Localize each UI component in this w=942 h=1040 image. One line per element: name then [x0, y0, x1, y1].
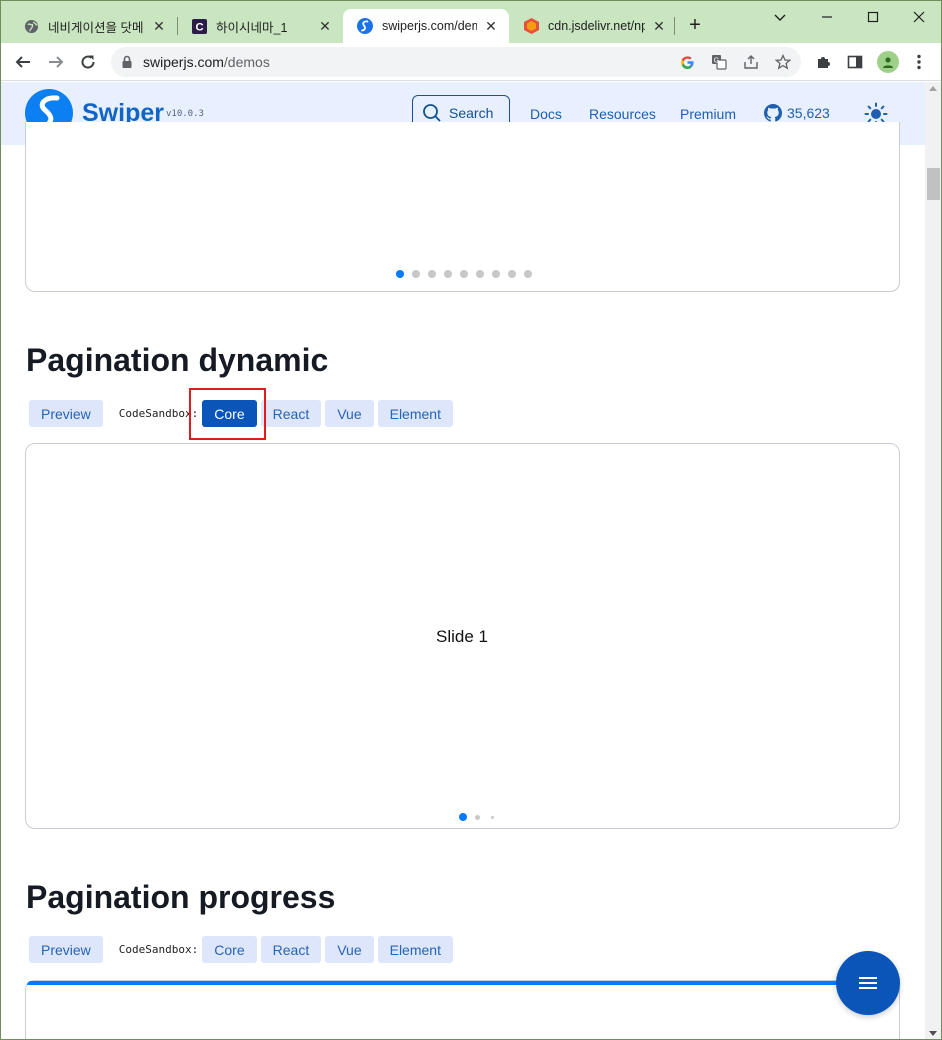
codesandbox-label: CodeSandbox: — [118, 407, 199, 420]
browser-toolbar: swiperjs.com/demos G — [1, 43, 941, 81]
pagination-bullet[interactable] — [491, 815, 494, 819]
pagination-bullets — [396, 270, 532, 278]
pagination-bullet[interactable] — [428, 270, 436, 278]
url-text: swiperjs.com/demos — [143, 54, 270, 70]
red-highlight-box — [189, 388, 266, 440]
version-label: v10.0.3 — [166, 109, 204, 119]
c-logo-icon: C — [191, 18, 207, 34]
pagination-bullet[interactable] — [460, 270, 468, 278]
tab-title: 네비게이션을 닷메 — [48, 20, 144, 35]
nav-premium-link[interactable]: Premium — [680, 106, 736, 122]
pagination-dynamic-bullets — [459, 813, 494, 821]
demo-swiper-previous[interactable] — [25, 122, 900, 292]
extensions-puzzle-icon[interactable] — [813, 52, 833, 72]
nav-docs-link[interactable]: Docs — [530, 106, 562, 122]
codesandbox-element-button[interactable]: Element — [377, 400, 453, 427]
close-tab-icon[interactable]: ✕ — [651, 18, 667, 34]
github-icon — [764, 104, 782, 122]
url-path: /demos — [223, 54, 270, 70]
pagination-bullet[interactable] — [476, 270, 484, 278]
tab-title: cdn.jsdelivr.net/np — [548, 19, 645, 33]
codesandbox-label: CodeSandbox: — [118, 943, 199, 956]
reload-icon[interactable] — [75, 49, 101, 75]
pagination-bullet[interactable] — [508, 270, 516, 278]
browser-tab[interactable]: cdn.jsdelivr.net/np ✕ — [509, 9, 677, 43]
forward-arrow-icon[interactable] — [43, 49, 69, 75]
github-star-count: 35,623 — [787, 105, 830, 121]
profile-avatar-icon[interactable] — [877, 51, 899, 73]
preview-button[interactable]: Preview — [29, 400, 103, 427]
demo-swiper-pagination-progress[interactable] — [25, 980, 900, 1039]
lock-icon[interactable] — [121, 55, 133, 74]
maximize-icon[interactable] — [850, 5, 896, 29]
svg-text:C: C — [195, 21, 203, 33]
scroll-up-arrow-icon[interactable] — [929, 86, 937, 91]
scroll-down-arrow-icon[interactable] — [929, 1031, 937, 1036]
codesandbox-vue-button[interactable]: Vue — [325, 936, 374, 963]
tab-title: swiperjs.com/demo — [382, 19, 477, 33]
pagination-bullet[interactable] — [396, 270, 404, 278]
codesandbox-react-button[interactable]: React — [260, 400, 322, 427]
translate-icon[interactable]: G — [711, 54, 727, 70]
tab-separator — [674, 17, 675, 35]
preview-button[interactable]: Preview — [29, 936, 103, 963]
hamburger-menu-icon — [859, 977, 877, 989]
codesandbox-react-button[interactable]: React — [260, 936, 322, 963]
url-host: swiperjs.com — [143, 54, 224, 70]
pagination-bullet[interactable] — [492, 270, 500, 278]
slide-label: Slide 1 — [436, 627, 488, 646]
browser-tab[interactable]: C 하이시네마_1 ✕ — [177, 9, 343, 43]
close-tab-icon[interactable]: ✕ — [483, 18, 499, 34]
search-icon — [423, 104, 441, 122]
jsdelivr-favicon-icon — [523, 18, 539, 34]
section-title-pagination-progress: Pagination progress — [26, 879, 336, 915]
pagination-bullet[interactable] — [524, 270, 532, 278]
codesandbox-vue-button[interactable]: Vue — [325, 400, 374, 427]
address-bar[interactable]: swiperjs.com/demos G — [111, 47, 801, 77]
tab-strip: 네비게이션을 닷메 ✕ C 하이시네마_1 ✕ swiperjs.com/dem… — [1, 1, 941, 43]
browser-tab-active[interactable]: swiperjs.com/demo ✕ — [343, 9, 509, 43]
browser-menu-icon[interactable] — [909, 52, 929, 72]
pagination-bullet[interactable] — [412, 270, 420, 278]
bookmark-star-icon[interactable] — [775, 54, 791, 70]
browser-window: 네비게이션을 닷메 ✕ C 하이시네마_1 ✕ swiperjs.com/dem… — [0, 0, 942, 1040]
new-tab-button[interactable]: + — [683, 14, 707, 38]
codesandbox-element-button[interactable]: Element — [377, 936, 453, 963]
swiper-favicon-icon — [357, 18, 373, 34]
section-title-pagination-dynamic: Pagination dynamic — [26, 342, 329, 378]
tab-search-icon[interactable] — [757, 5, 803, 29]
codesandbox-core-button[interactable]: Core — [202, 936, 257, 963]
minimize-icon[interactable] — [804, 5, 850, 29]
share-icon[interactable] — [743, 54, 759, 70]
pagination-progress-bar — [27, 981, 847, 985]
back-arrow-icon[interactable] — [10, 49, 36, 75]
tab-title: 하이시네마_1 — [216, 20, 288, 35]
google-g-icon[interactable] — [679, 54, 695, 70]
pagination-bullet[interactable] — [475, 814, 480, 820]
demo-links-row: Preview CodeSandbox: Core React Vue Elem… — [29, 936, 457, 963]
close-tab-icon[interactable]: ✕ — [151, 18, 167, 34]
browser-tab[interactable]: 네비게이션을 닷메 ✕ — [9, 9, 177, 43]
menu-fab-button[interactable] — [836, 951, 900, 1015]
github-link[interactable]: 35,623 — [764, 104, 830, 122]
globe-icon — [23, 18, 39, 34]
close-window-icon[interactable] — [896, 5, 941, 29]
page-viewport: Swiper v10.0.3 Search Docs Resources Pre… — [1, 82, 925, 1039]
pagination-bullet[interactable] — [444, 270, 452, 278]
scrollbar-thumb[interactable] — [927, 168, 940, 200]
page-scrollbar[interactable] — [925, 82, 941, 1039]
side-panel-icon[interactable] — [845, 52, 865, 72]
demo-swiper-pagination-dynamic[interactable]: Slide 1 — [25, 443, 900, 829]
pagination-bullet[interactable] — [459, 813, 467, 821]
close-tab-icon[interactable]: ✕ — [317, 18, 333, 34]
svg-text:G: G — [714, 58, 719, 65]
search-button-label: Search — [449, 105, 494, 121]
nav-resources-link[interactable]: Resources — [589, 106, 656, 122]
